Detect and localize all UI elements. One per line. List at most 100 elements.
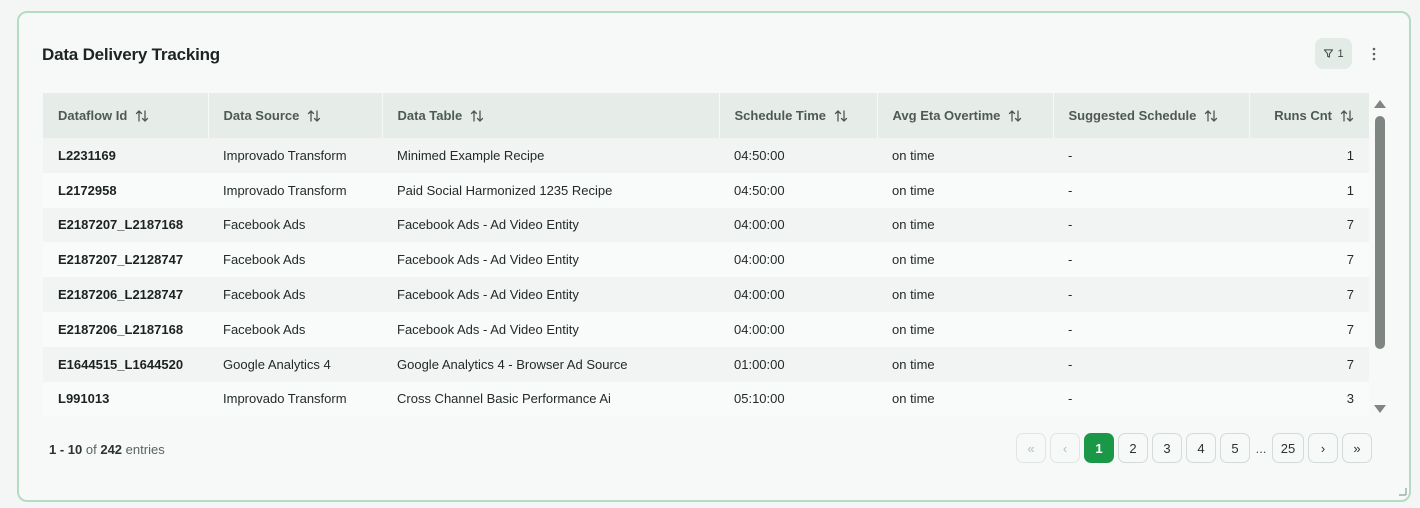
- table-cell: on time: [892, 252, 935, 268]
- column-header[interactable]: Dataflow Id: [43, 93, 209, 138]
- page-button-2[interactable]: 2: [1118, 433, 1148, 463]
- table-row[interactable]: E1644515_L1644520 Google Analytics 4 Googl…: [43, 346, 1369, 382]
- entries-range: 1 - 10: [49, 442, 83, 457]
- column-header[interactable]: Suggested Schedule: [1053, 93, 1250, 138]
- table-cell: Google Analytics 4 - Browser Ad Source: [397, 356, 628, 372]
- table-cell: 04:50:00: [734, 147, 785, 163]
- table-cell: E2187206_L2128747: [58, 287, 184, 303]
- table-cell: 04:00:00: [734, 217, 785, 233]
- table-cell: -: [1068, 356, 1073, 372]
- table-row[interactable]: E2187207_L2187168 Facebook Ads Facebook Ad…: [43, 207, 1369, 243]
- table-cell: on time: [892, 182, 935, 198]
- sort-arrows-icon: [1009, 109, 1022, 122]
- table-cell: 7: [1346, 217, 1354, 233]
- entries-of-text: of: [85, 442, 97, 457]
- column-header-label: Avg Eta Overtime: [892, 108, 1001, 123]
- last-page-button[interactable]: »: [1342, 433, 1372, 463]
- table-cell: 04:00:00: [734, 321, 785, 337]
- column-sort-toggle[interactable]: Runs Cnt: [1274, 108, 1354, 123]
- page-button-25[interactable]: 25: [1272, 433, 1304, 463]
- sort-arrows-icon: [1205, 109, 1218, 122]
- column-sort-toggle[interactable]: Data Source: [224, 108, 322, 123]
- column-header[interactable]: Data Table: [382, 93, 720, 138]
- entries-summary: 1 - 10 of 242 entries: [49, 442, 165, 457]
- filter-count: 1: [1337, 47, 1344, 60]
- table-cell: 3: [1346, 391, 1354, 407]
- column-header[interactable]: Schedule Time: [719, 93, 878, 138]
- table-cell: Improvado Transform: [223, 391, 347, 407]
- page-button-5[interactable]: 5: [1220, 433, 1250, 463]
- table-cell: L991013: [58, 391, 110, 407]
- table-cell: on time: [892, 147, 935, 163]
- table-row[interactable]: E2187206_L2128747 Facebook Ads Facebook Ad…: [43, 277, 1369, 312]
- table-container: Dataflow Id Data Source Data Table Schedule…: [43, 93, 1369, 418]
- next-page-button[interactable]: ›: [1308, 433, 1338, 463]
- table-cell: 7: [1346, 252, 1354, 268]
- table-cell: -: [1068, 147, 1073, 163]
- table-header-row: Dataflow Id Data Source Data Table Schedule…: [43, 93, 1369, 138]
- table-cell: 01:00:00: [734, 356, 785, 372]
- table-row[interactable]: L2231169 Improvado Transform Minimed Examp…: [43, 138, 1369, 173]
- data-delivery-table: Dataflow Id Data Source Data Table Schedule…: [43, 93, 1369, 417]
- table-cell: Google Analytics 4: [223, 356, 331, 372]
- table-row[interactable]: E2187206_L2187168 Facebook Ads Facebook Ad…: [43, 311, 1369, 347]
- column-header-label: Data Source: [223, 108, 300, 123]
- column-header-label: Runs Cnt: [1274, 108, 1332, 123]
- column-sort-toggle[interactable]: Data Table: [398, 108, 485, 123]
- table-cell: -: [1068, 321, 1073, 337]
- table-cell: on time: [892, 391, 935, 407]
- table-cell: 04:50:00: [734, 182, 785, 198]
- column-header-label: Suggested Schedule: [1068, 108, 1197, 123]
- column-sort-toggle[interactable]: Schedule Time: [735, 108, 849, 123]
- more-options-button[interactable]: [1364, 38, 1384, 69]
- table-cell: Facebook Ads - Ad Video Entity: [397, 252, 579, 268]
- table-cell: 7: [1346, 356, 1354, 372]
- table-cell: 05:10:00: [734, 391, 785, 407]
- table-cell: L2231169: [58, 147, 116, 163]
- sort-arrows-icon: [1340, 109, 1354, 122]
- table-cell: L2172958: [58, 182, 117, 198]
- table-cell: -: [1068, 217, 1073, 233]
- column-sort-toggle[interactable]: Suggested Schedule: [1069, 108, 1219, 123]
- table-cell: -: [1068, 287, 1073, 303]
- pagination: « ‹ 1 2 3 4 5 ... 25 › »: [1016, 433, 1372, 463]
- resize-handle-icon[interactable]: [1397, 486, 1407, 496]
- more-vertical-icon: [1372, 47, 1376, 60]
- table-cell: 04:00:00: [734, 287, 785, 303]
- data-delivery-card: Data Delivery Tracking 1 Dataflow Id Data…: [17, 11, 1411, 502]
- table-cell: E2187207_L2187168: [58, 217, 184, 233]
- sort-arrows-icon: [834, 109, 848, 122]
- table-cell: E1644515_L1644520: [58, 356, 184, 372]
- column-header[interactable]: Runs Cnt: [1249, 93, 1369, 138]
- page-button-3[interactable]: 3: [1152, 433, 1182, 463]
- table-row[interactable]: L2172958 Improvado Transform Paid Social H…: [43, 172, 1369, 208]
- column-sort-toggle[interactable]: Dataflow Id: [58, 108, 149, 123]
- table-cell: 7: [1346, 321, 1354, 337]
- table-row[interactable]: E2187207_L2128747 Facebook Ads Facebook Ad…: [43, 242, 1369, 278]
- table-cell: Facebook Ads: [223, 321, 306, 337]
- page-button-1[interactable]: 1: [1084, 433, 1114, 463]
- table-cell: Paid Social Harmonized 1235 Recipe: [397, 182, 613, 198]
- table-cell: Facebook Ads - Ad Video Entity: [397, 321, 579, 337]
- column-header[interactable]: Data Source: [208, 93, 383, 138]
- table-cell: Minimed Example Recipe: [397, 147, 545, 163]
- scroll-up-arrow-icon[interactable]: [1373, 99, 1387, 109]
- table-cell: -: [1068, 391, 1073, 407]
- table-cell: Cross Channel Basic Performance Ai: [397, 391, 611, 407]
- table-cell: on time: [892, 287, 935, 303]
- table-cell: on time: [892, 217, 935, 233]
- first-page-button[interactable]: «: [1016, 433, 1046, 463]
- column-header[interactable]: Avg Eta Overtime: [877, 93, 1054, 138]
- scroll-down-arrow-icon[interactable]: [1373, 404, 1387, 414]
- table-body: L2231169 Improvado Transform Minimed Examp…: [43, 138, 1369, 417]
- table-cell: 04:00:00: [734, 252, 785, 268]
- column-sort-toggle[interactable]: Avg Eta Overtime: [893, 108, 1023, 123]
- prev-page-button[interactable]: ‹: [1050, 433, 1080, 463]
- sort-arrows-icon: [308, 109, 321, 122]
- page-button-4[interactable]: 4: [1186, 433, 1216, 463]
- filter-button[interactable]: 1: [1315, 38, 1352, 69]
- table-cell: Facebook Ads: [223, 287, 306, 303]
- table-row[interactable]: L991013 Improvado Transform Cross Channel …: [43, 381, 1369, 417]
- vertical-scrollbar-thumb[interactable]: [1375, 116, 1385, 349]
- table-cell: Facebook Ads - Ad Video Entity: [397, 217, 579, 233]
